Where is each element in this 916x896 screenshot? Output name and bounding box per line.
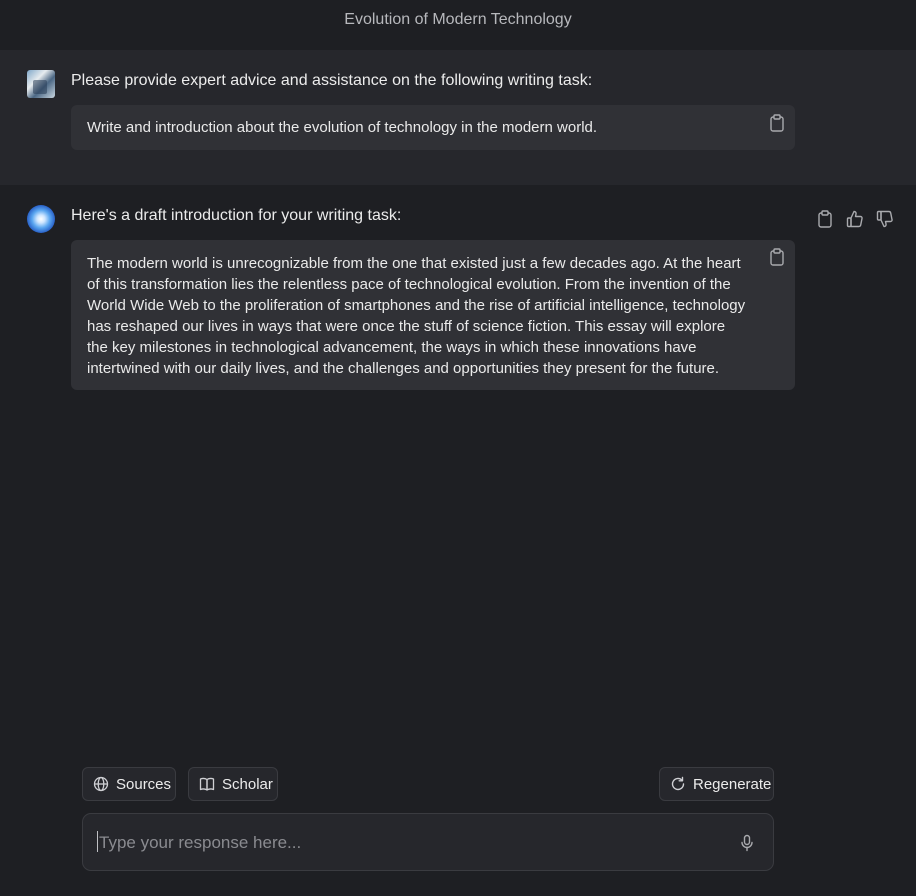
user-prompt-text: Write and introduction about the evoluti… (87, 119, 598, 136)
response-line: intertwined with our daily lives, and th… (87, 360, 720, 377)
assistant-response-text: The modern world is unrecognizable from … (87, 253, 745, 379)
user-prompt-card: Write and introduction about the evoluti… (71, 105, 795, 150)
response-line: World Wide Web to the proliferation of s… (87, 297, 746, 314)
thumbs-down-icon[interactable] (876, 210, 894, 228)
globe-icon (93, 776, 109, 792)
sources-button[interactable]: Sources (82, 767, 176, 801)
user-avatar (27, 70, 55, 98)
assistant-response-card: The modern world is unrecognizable from … (71, 240, 795, 390)
response-line: of this transformation lies the relentle… (87, 276, 731, 293)
scholar-button[interactable]: Scholar (188, 767, 278, 801)
regenerate-label: Regenerate (693, 775, 772, 793)
response-input[interactable] (97, 814, 721, 872)
response-line: has reshaped our lives in ways that were… (87, 318, 726, 335)
conversation-title: Evolution of Modern Technology (344, 11, 572, 28)
user-message-heading: Please provide expert advice and assista… (71, 72, 593, 89)
response-composer (82, 813, 774, 872)
assistant-message-heading: Here's a draft introduction for your wri… (71, 207, 402, 224)
text-caret (97, 831, 98, 852)
sources-label: Sources (116, 775, 172, 793)
scholar-label: Scholar (222, 775, 273, 793)
user-message: Please provide expert advice and assista… (0, 50, 916, 185)
chat-header: Evolution of Modern Technology (0, 0, 916, 50)
clipboard-icon[interactable] (816, 210, 834, 228)
regenerate-button[interactable]: Regenerate (659, 767, 774, 801)
thumbs-up-icon[interactable] (846, 210, 864, 228)
microphone-icon[interactable] (739, 834, 755, 852)
assistant-avatar (27, 205, 55, 233)
clipboard-icon[interactable] (769, 248, 785, 266)
clipboard-icon[interactable] (769, 114, 785, 132)
response-line: the key milestones in technological adva… (87, 339, 697, 356)
refresh-icon (671, 776, 685, 791)
response-line: The modern world is unrecognizable from … (87, 255, 741, 272)
book-icon (199, 777, 215, 791)
